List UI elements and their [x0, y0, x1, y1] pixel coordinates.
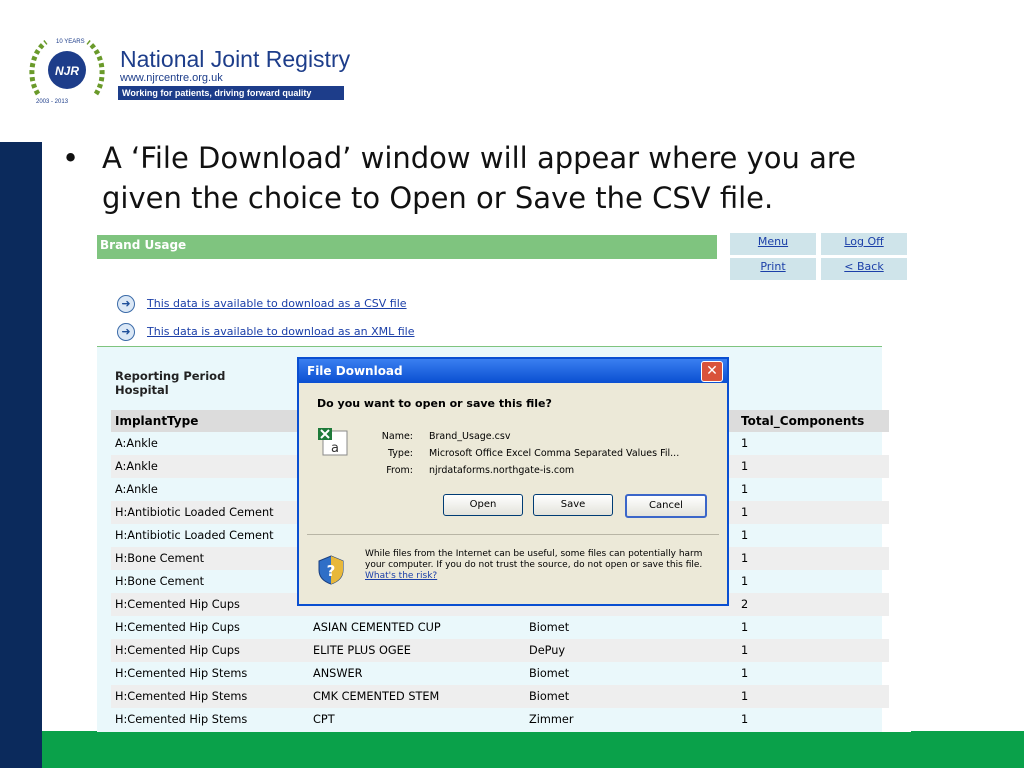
- table-cell: Biomet: [529, 690, 570, 703]
- open-button[interactable]: Open: [443, 494, 523, 516]
- table-cell: H:Antibiotic Loaded Cement: [115, 529, 274, 542]
- header-total-components: Total_Components: [741, 414, 865, 428]
- csv-download-label: This data is available to download as a …: [147, 297, 407, 310]
- table-cell: 1: [741, 552, 749, 565]
- table-cell: 1: [741, 644, 749, 657]
- bottom-accent-bar: [42, 731, 1024, 768]
- svg-text:?: ?: [327, 562, 336, 580]
- table-cell: H:Cemented Hip Stems: [115, 667, 248, 680]
- svg-text:a: a: [331, 441, 339, 456]
- table-row: H:Cemented Hip Stems CMK CEMENTED STEM Bio…: [111, 685, 889, 708]
- security-shield-icon: ?: [318, 555, 344, 585]
- table-cell: ELITE PLUS OGEE: [313, 644, 411, 657]
- table-cell: Biomet: [529, 621, 570, 634]
- njr-wreath-logo-icon: NJR 10 YEARS 2003 - 2013: [29, 39, 105, 105]
- left-accent-bar: [0, 142, 42, 768]
- page-title: Brand Usage: [97, 235, 717, 259]
- bullet-text: A ‘File Download’ window will appear whe…: [102, 141, 856, 215]
- close-button[interactable]: ✕: [701, 361, 723, 382]
- print-link[interactable]: Print: [730, 258, 816, 280]
- from-label: From:: [386, 465, 413, 476]
- xml-download-label: This data is available to download as an…: [147, 325, 415, 338]
- name-value: Brand_Usage.csv: [429, 431, 511, 442]
- log-off-link[interactable]: Log Off: [821, 233, 907, 255]
- table-cell: 1: [741, 437, 749, 450]
- table-cell: 1: [741, 690, 749, 703]
- excel-file-icon: a: [318, 428, 348, 456]
- table-cell: H:Antibiotic Loaded Cement: [115, 506, 274, 519]
- menu-link[interactable]: Menu: [730, 233, 816, 255]
- hospital-label: Hospital: [115, 383, 169, 397]
- table-cell: CPT: [313, 713, 335, 726]
- back-link[interactable]: < Back: [821, 258, 907, 280]
- csv-download-link[interactable]: ➜ This data is available to download as a…: [117, 294, 407, 314]
- reporting-period-label: Reporting Period: [115, 369, 226, 383]
- file-download-dialog: File Download ✕ Do you want to open or s…: [297, 357, 729, 606]
- type-label: Type:: [387, 448, 413, 459]
- table-cell: H:Cemented Hip Stems: [115, 713, 248, 726]
- table-cell: H:Cemented Hip Stems: [115, 690, 248, 703]
- dialog-title: File Download: [307, 364, 403, 378]
- table-row: H:Cemented Hip Stems ANSWER Biomet 1: [111, 662, 889, 685]
- table-row: H:Cemented Hip Cups ELITE PLUS OGEE DePuy 1: [111, 639, 889, 662]
- table-cell: H:Cemented Hip Cups: [115, 621, 240, 634]
- table-cell: A:Ankle: [115, 483, 158, 496]
- table-cell: ASIAN CEMENTED CUP: [313, 621, 441, 634]
- table-cell: 1: [741, 506, 749, 519]
- table-cell: 1: [741, 621, 749, 634]
- type-value: Microsoft Office Excel Comma Separated V…: [429, 448, 680, 459]
- table-cell: H:Bone Cement: [115, 552, 205, 565]
- security-warning: While files from the Internet can be use…: [365, 549, 715, 582]
- arrow-right-icon: ➜: [117, 323, 135, 341]
- table-cell: H:Cemented Hip Cups: [115, 644, 240, 657]
- table-cell: Zimmer: [529, 713, 574, 726]
- logo-tagline: Working for patients, driving forward qu…: [118, 86, 344, 100]
- table-cell: 1: [741, 460, 749, 473]
- table-cell: A:Ankle: [115, 437, 158, 450]
- table-cell: A:Ankle: [115, 460, 158, 473]
- report-labels: Reporting Period Hospital: [115, 369, 225, 397]
- risk-link[interactable]: What's the risk?: [365, 571, 437, 581]
- table-cell: H:Cemented Hip Cups: [115, 598, 240, 611]
- name-label: Name:: [381, 431, 413, 442]
- logo-ring-bottom: 2003 - 2013: [36, 99, 69, 105]
- table-cell: DePuy: [529, 644, 566, 657]
- from-value: njrdataforms.northgate-is.com: [429, 465, 575, 476]
- cancel-button[interactable]: Cancel: [625, 494, 707, 518]
- logo-badge-text: NJR: [55, 64, 79, 78]
- table-cell: Biomet: [529, 667, 570, 680]
- warning-text: While files from the Internet can be use…: [365, 549, 703, 570]
- dialog-question: Do you want to open or save this file?: [317, 397, 552, 410]
- njr-logo: NJR 10 YEARS 2003 - 2013 National Joint …: [28, 34, 351, 106]
- dialog-separator: [307, 534, 719, 535]
- table-cell: 1: [741, 575, 749, 588]
- table-cell: 1: [741, 667, 749, 680]
- arrow-right-icon: ➜: [117, 295, 135, 313]
- xml-download-link[interactable]: ➜ This data is available to download as a…: [117, 322, 415, 342]
- table-cell: 2: [741, 598, 749, 611]
- header-implant-type: ImplantType: [115, 414, 199, 428]
- logo-ring-top: 10 YEARS: [56, 39, 85, 45]
- table-row: H:Cemented Hip Cups ASIAN CEMENTED CUP Bio…: [111, 616, 889, 639]
- dialog-title-bar: File Download ✕: [299, 359, 727, 383]
- bullet-dot: •: [62, 141, 80, 175]
- table-cell: 1: [741, 483, 749, 496]
- table-cell: CMK CEMENTED STEM: [313, 690, 440, 703]
- table-row: H:Cemented Hip Stems CPT Zimmer 1: [111, 708, 889, 731]
- table-cell: 1: [741, 713, 749, 726]
- logo-url: www.njrcentre.org.uk: [120, 72, 223, 84]
- logo-title: National Joint Registry: [120, 46, 351, 72]
- table-cell: ANSWER: [313, 667, 363, 680]
- table-cell: 1: [741, 529, 749, 542]
- save-button[interactable]: Save: [533, 494, 613, 516]
- table-cell: H:Bone Cement: [115, 575, 205, 588]
